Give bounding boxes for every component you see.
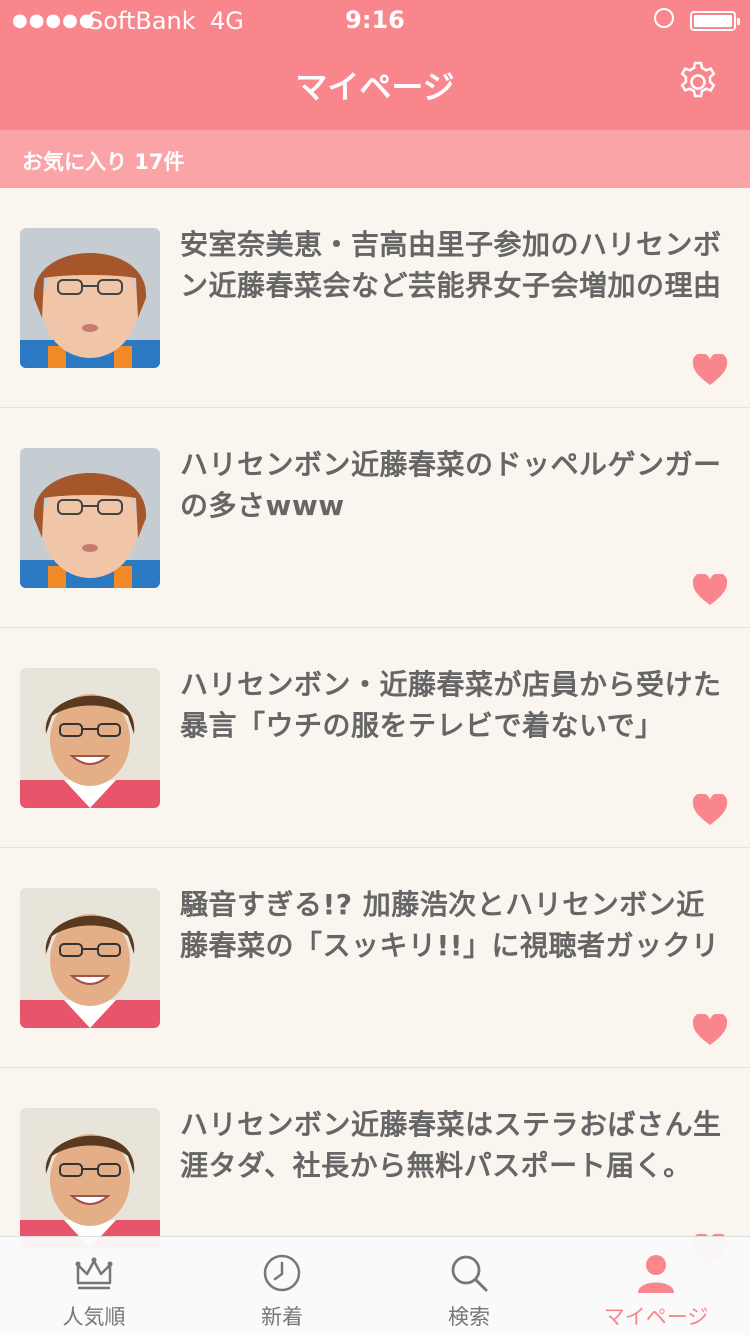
- heart-icon[interactable]: [692, 574, 728, 606]
- tab-label: マイページ: [603, 1305, 709, 1329]
- tab-search[interactable]: 検索: [375, 1237, 563, 1335]
- nav-bar: マイページ: [0, 40, 750, 130]
- heart-icon[interactable]: [692, 354, 728, 386]
- article-title: ハリセンボン近藤春菜のドッペルゲンガーの多さwww: [180, 448, 722, 522]
- heart-icon[interactable]: [692, 1014, 728, 1046]
- tab-new[interactable]: 新着: [188, 1237, 376, 1335]
- search-icon: [451, 1255, 488, 1292]
- tab-label: 人気順: [62, 1305, 126, 1329]
- article-thumbnail: [20, 668, 160, 808]
- article-thumbnail: [20, 1108, 160, 1248]
- favorites-list: 安室奈美恵・吉高由里子参加のハリセンボン近藤春菜会など芸能界女子会増加の理由 ハ…: [0, 188, 750, 1288]
- list-item[interactable]: 安室奈美恵・吉高由里子参加のハリセンボン近藤春菜会など芸能界女子会増加の理由: [0, 188, 750, 408]
- tab-label: 検索: [448, 1305, 490, 1329]
- status-time: 9:16: [345, 6, 405, 34]
- person-icon: [638, 1255, 674, 1293]
- article-thumbnail: [20, 888, 160, 1028]
- article-title: 騒音すぎる!? 加藤浩次とハリセンボン近藤春菜の「スッキリ!!」に視聴者ガックリ: [180, 888, 720, 962]
- tab-mypage[interactable]: マイページ: [562, 1237, 750, 1335]
- list-item[interactable]: ハリセンボン・近藤春菜が店員から受けた暴言「ウチの服をテレビで着ないで」: [0, 628, 750, 848]
- list-item[interactable]: ハリセンボン近藤春菜のドッペルゲンガーの多さwww: [0, 408, 750, 628]
- battery-icon: [690, 11, 740, 31]
- list-item[interactable]: 騒音すぎる!? 加藤浩次とハリセンボン近藤春菜の「スッキリ!!」に視聴者ガックリ: [0, 848, 750, 1068]
- tab-popular[interactable]: 人気順: [0, 1237, 188, 1335]
- favorites-count: お気に入り 17件: [22, 150, 185, 174]
- tab-bar: 人気順 新着 検索 マイページ: [0, 1236, 750, 1335]
- heart-icon[interactable]: [692, 794, 728, 826]
- article-title: 安室奈美恵・吉高由里子参加のハリセンボン近藤春菜会など芸能界女子会増加の理由: [180, 228, 722, 302]
- article-thumbnail: [20, 228, 160, 368]
- crown-icon: [75, 1257, 113, 1290]
- rotation-lock-icon: [654, 8, 674, 28]
- page-title: マイページ: [295, 68, 455, 106]
- clock-icon: [263, 1254, 301, 1292]
- gear-icon[interactable]: [676, 60, 720, 104]
- favorites-count-bar: お気に入り 17件: [0, 130, 750, 188]
- status-bar: ●●●●● SoftBank 4G 9:16: [0, 0, 750, 40]
- tab-label: 新着: [261, 1305, 303, 1329]
- article-title: ハリセンボン・近藤春菜が店員から受けた暴言「ウチの服をテレビで着ないで」: [180, 668, 722, 742]
- article-thumbnail: [20, 448, 160, 588]
- article-title: ハリセンボン近藤春菜はステラおばさん生涯タダ、社長から無料パスポート届く。: [180, 1108, 722, 1182]
